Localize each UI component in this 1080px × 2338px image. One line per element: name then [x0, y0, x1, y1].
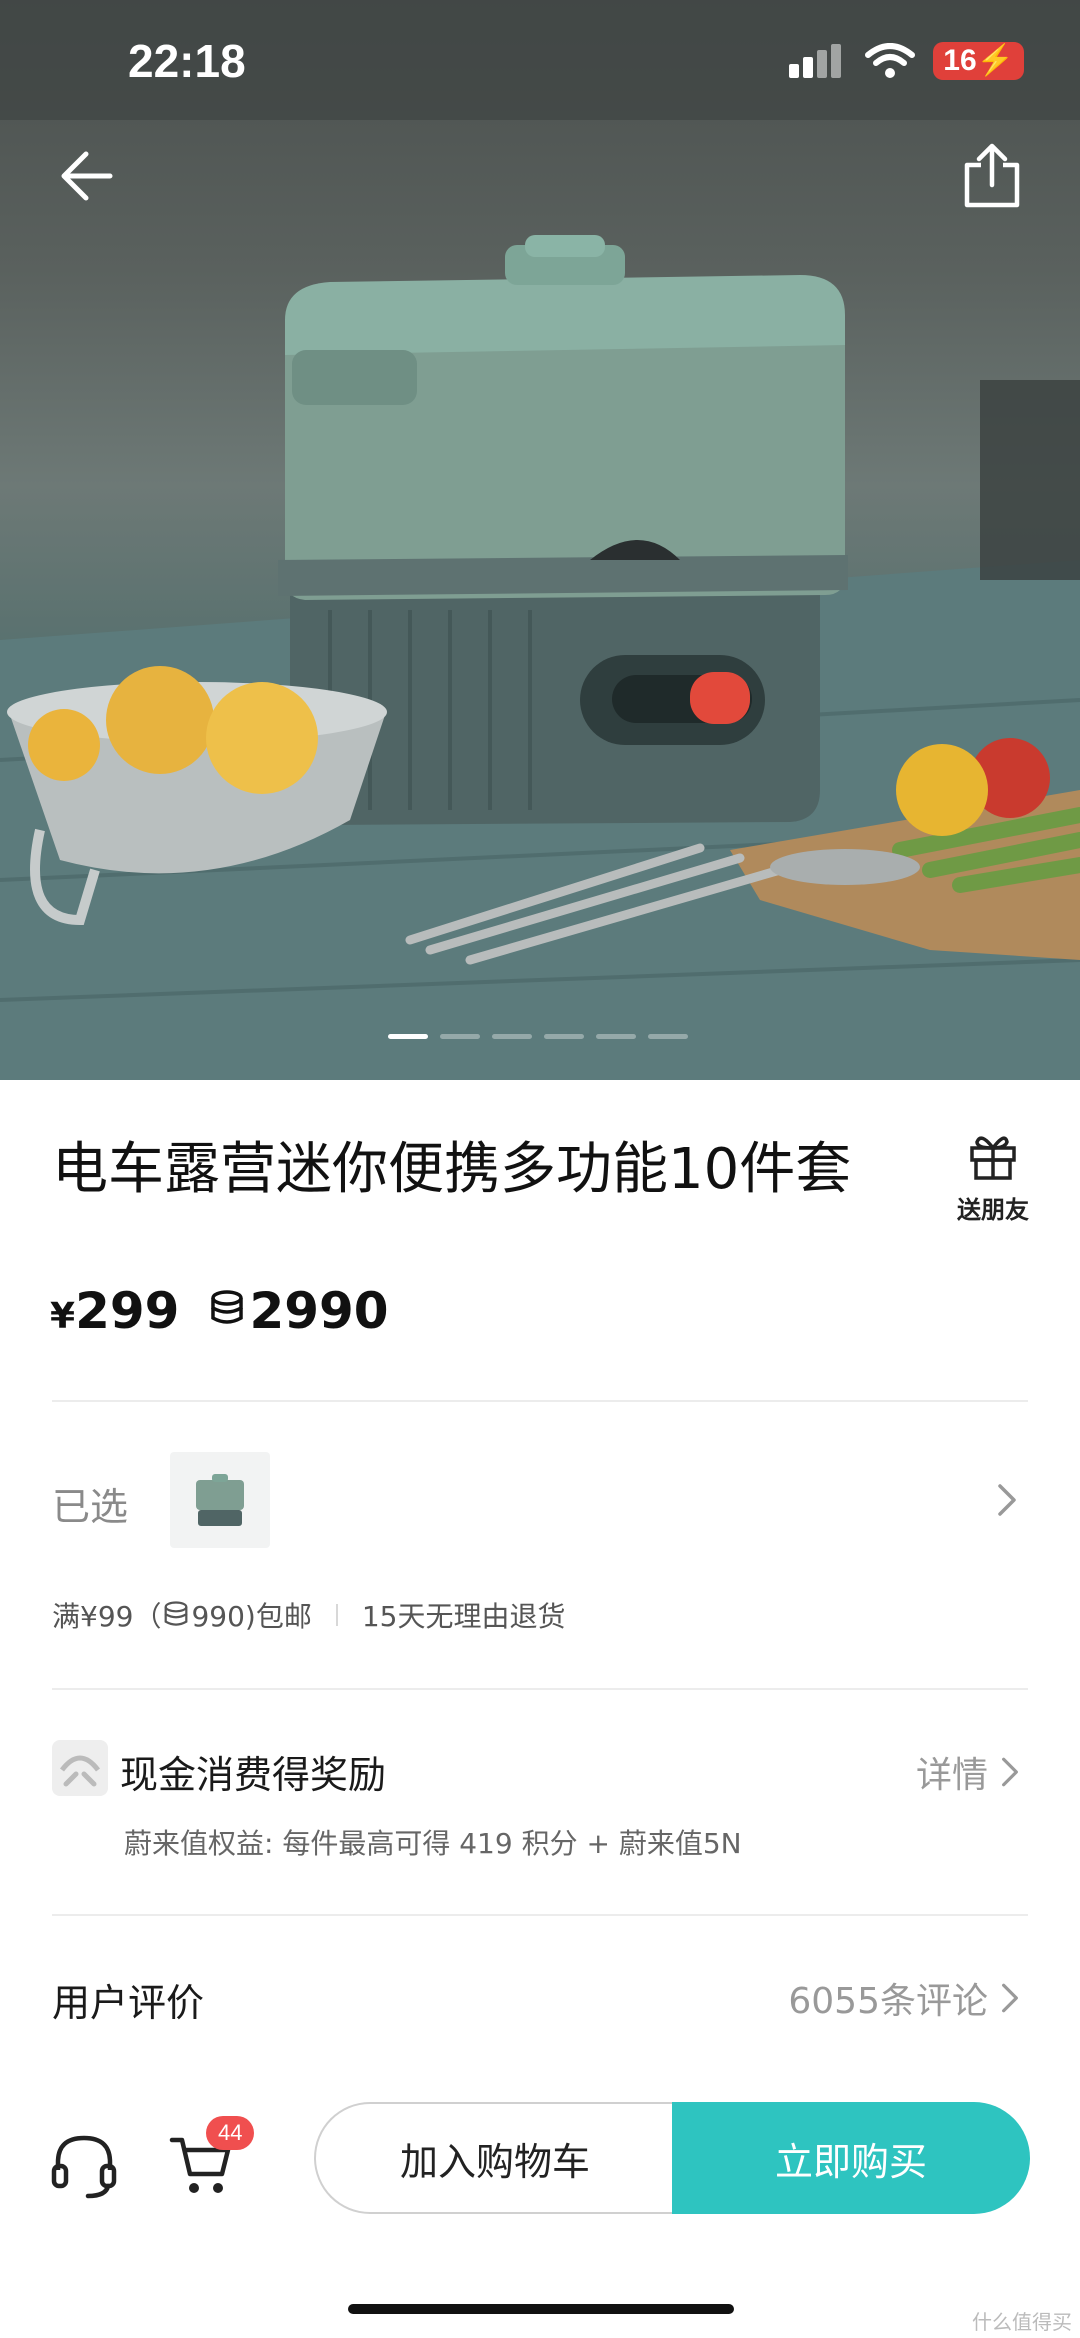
divider: [52, 1688, 1028, 1690]
variant-thumbnail: [170, 1452, 270, 1548]
price-value: 299: [75, 1282, 180, 1340]
gallery-dot: [648, 1034, 688, 1039]
reviews-title: 用户评价: [52, 1981, 205, 2025]
buy-now-button[interactable]: 立即购买: [672, 2102, 1030, 2214]
customer-service-button[interactable]: [48, 2132, 120, 2206]
chevron-right-icon: [1002, 1757, 1018, 1787]
gallery-dot: [440, 1034, 480, 1039]
coin-icon: [165, 1601, 188, 1626]
product-image-gallery[interactable]: 22:18 16⚡: [0, 0, 1080, 1080]
points-value: 2990: [249, 1282, 389, 1340]
reward-detail-link[interactable]: 详情: [916, 1746, 1020, 1798]
product-title: 电车露营迷你便携多功能10件套: [52, 1137, 852, 1202]
product-photo: [0, 0, 1080, 1080]
battery-indicator: 16⚡: [933, 42, 1024, 80]
shipping-policy-points: 990)包邮: [191, 1600, 312, 1633]
separator: [335, 1604, 338, 1626]
cooker-thumbnail-image: [196, 1474, 244, 1526]
share-icon: [964, 143, 1020, 208]
back-button[interactable]: [52, 140, 124, 212]
reviews-count: 6055条评论: [788, 1981, 988, 2022]
shipping-policy: 满¥99（: [52, 1600, 162, 1633]
chevron-right-icon: [1002, 1983, 1018, 2013]
add-to-cart-button[interactable]: 加入购物车: [314, 2102, 674, 2214]
price-currency: ¥: [50, 1296, 76, 1337]
cart-count-badge: 44: [206, 2116, 255, 2150]
reward-subtitle: 蔚来值权益: 每件最高可得 419 积分 + 蔚来值5N: [124, 1827, 742, 1860]
status-icons: 16⚡: [789, 42, 1024, 80]
price-row: ¥ 299 2990: [50, 1282, 389, 1340]
nio-logo-icon: [52, 1740, 108, 1796]
send-gift-button[interactable]: 送朋友: [950, 1130, 1036, 1225]
home-indicator[interactable]: [348, 2304, 734, 2314]
coin-icon: [211, 1290, 244, 1324]
gallery-dot: [492, 1034, 532, 1039]
divider: [52, 1400, 1028, 1402]
reward-title: 现金消费得奖励: [120, 1753, 387, 1797]
selected-label: 已选: [52, 1485, 129, 1529]
gallery-dot: [544, 1034, 584, 1039]
reward-detail-label: 详情: [915, 1755, 988, 1796]
headset-icon: [51, 2135, 117, 2199]
wifi-icon: [865, 43, 916, 78]
policy-row: 满¥99（ 990)包邮 15天无理由退货: [52, 1595, 565, 1635]
watermark: 什么值得买: [972, 2310, 1072, 2334]
divider: [52, 1914, 1028, 1916]
reviews-row[interactable]: 用户评价 6055条评论: [52, 1972, 1028, 2032]
return-policy: 15天无理由退货: [361, 1600, 566, 1633]
gallery-pagination: [388, 1034, 688, 1039]
chevron-right-icon: [998, 1484, 1016, 1516]
reviews-count-link[interactable]: 6055条评论: [788, 1972, 1020, 2024]
status-time: 22:18: [128, 35, 246, 87]
gift-label: 送朋友: [957, 1196, 1029, 1224]
share-button[interactable]: [956, 140, 1028, 212]
bottom-action-bar: 44 加入购物车 立即购买: [0, 2090, 1080, 2240]
back-arrow-icon: [61, 151, 113, 201]
gallery-dot: [388, 1034, 428, 1039]
gift-icon: [970, 1136, 1016, 1180]
variant-selector[interactable]: 已选: [52, 1452, 1028, 1548]
cellular-signal-icon: [789, 44, 842, 78]
gallery-dot: [596, 1034, 636, 1039]
